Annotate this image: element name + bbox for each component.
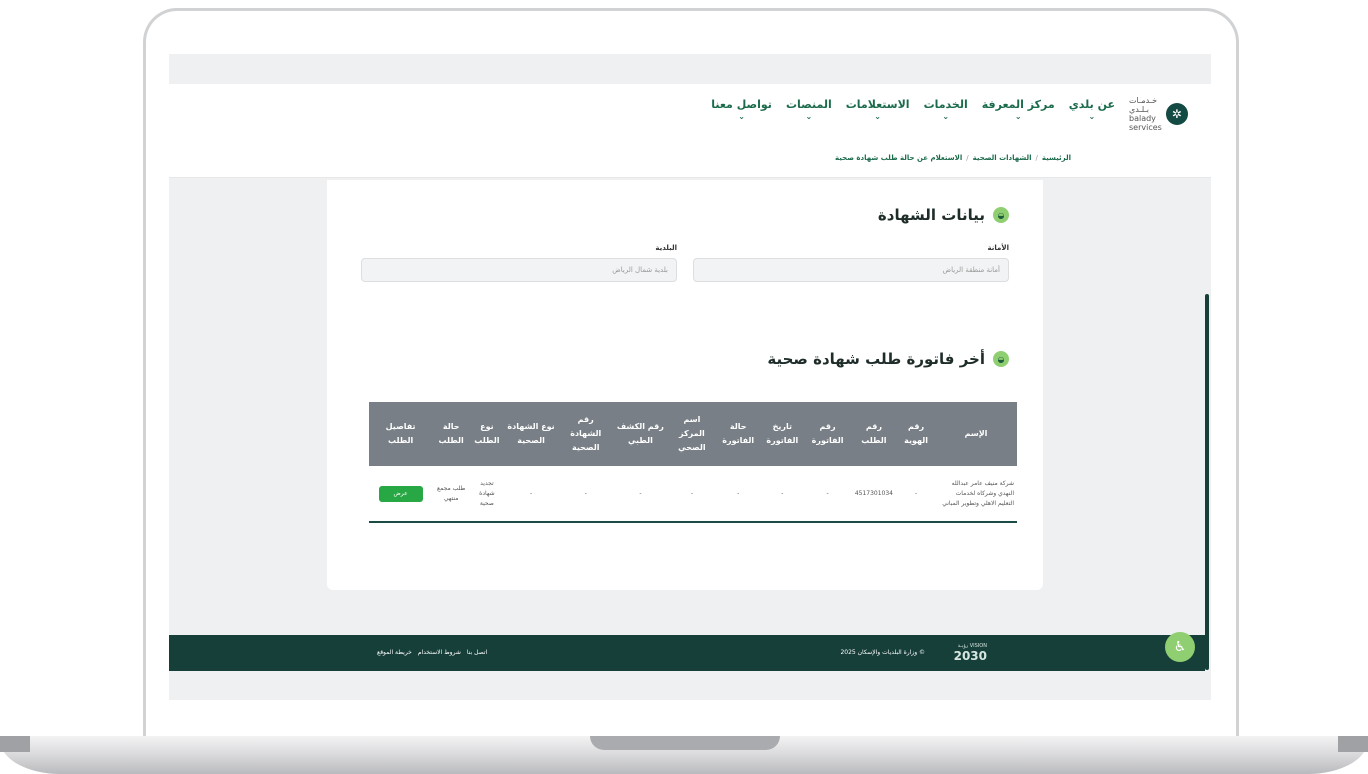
site-header: خـدمـات بـلـدي balady services ✲ عن بلدي… — [169, 84, 1211, 178]
accessibility-icon[interactable]: ♿ — [1165, 632, 1195, 662]
invoice-table: الإسم رقم الهوية رقم الطلب رقم الفاتورة … — [369, 402, 1017, 523]
table-header-row: الإسم رقم الهوية رقم الطلب رقم الفاتورة … — [369, 402, 1017, 466]
invoice-section-title: ◒ أخر فاتورة طلب شهادة صحية — [767, 350, 1009, 368]
breadcrumb-separator: / — [966, 154, 969, 162]
footer-link-sitemap[interactable]: خريطة الموقع — [377, 649, 412, 656]
col-request-details: تفاصيل الطلب — [369, 402, 433, 466]
nav-contact[interactable]: تواصل معنا ⌄ — [711, 98, 772, 121]
breadcrumb-separator: / — [1035, 154, 1038, 162]
content-card: ◒ بيانات الشهادة الأمانة أمانة منطقة الر… — [327, 180, 1043, 590]
cell-invoice-number: - — [804, 466, 851, 523]
col-id-number: رقم الهوية — [897, 402, 935, 466]
col-request-type: نوع الطلب — [470, 402, 504, 466]
balady-logo[interactable]: خـدمـات بـلـدي balady services ✲ — [1129, 96, 1191, 132]
col-invoice-number: رقم الفاتورة — [804, 402, 851, 466]
cell-name: شركة منيف عامر عبدالله النهدي وشركاه لخد… — [934, 466, 1017, 523]
laptop-base-left — [0, 736, 30, 752]
baladiya-field: البلدية بلدية شمال الرياض — [361, 244, 677, 282]
site-footer: VISION رؤيـة 2030 © وزارة البلديات والإس… — [169, 635, 1205, 671]
amana-input[interactable]: أمانة منطقة الرياض — [693, 258, 1009, 282]
chevron-down-icon: ⌄ — [942, 112, 950, 121]
scrollbar[interactable] — [1205, 294, 1209, 670]
chevron-down-icon: ⌄ — [874, 112, 881, 121]
laptop-notch — [590, 736, 780, 750]
col-medical-exam: رقم الكشف الطبي — [613, 402, 668, 466]
breadcrumb-health-certs[interactable]: الشهادات الصحية — [973, 154, 1032, 162]
cell-request-details: عرض — [369, 466, 433, 523]
show-details-button[interactable]: عرض — [378, 485, 423, 502]
chevron-down-icon: ⌄ — [805, 112, 813, 121]
col-request-status: حالة الطلب — [432, 402, 471, 466]
cell-request-status: طلب مجمع منتهي — [432, 466, 471, 523]
footer-link-contact[interactable]: اتصل بنا — [467, 649, 487, 656]
breadcrumb: الرئيسية / الشهادات الصحية / الاستعلام ع… — [835, 154, 1071, 162]
cell-id-number: - — [897, 466, 935, 523]
col-health-cert-type: نوع الشهادة الصحية — [503, 402, 559, 466]
cell-request-type: تجديد شهادة صحية — [470, 466, 504, 523]
logo-text: خـدمـات بـلـدي balady services — [1129, 96, 1162, 132]
footer-links: اتصل بنا شروط الاستخدام خريطة الموقع — [377, 649, 487, 656]
table-row: شركة منيف عامر عبدالله النهدي وشركاه لخد… — [369, 466, 1017, 523]
chevron-down-icon: ⌄ — [1088, 112, 1096, 121]
col-invoice-status: حالة الفاتورة — [716, 402, 761, 466]
chevron-down-icon: ⌄ — [1014, 112, 1022, 121]
palm-icon: ✲ — [1165, 103, 1188, 125]
col-health-center: اسم المركز الصحي — [667, 402, 717, 466]
main-nav: عن بلدي ⌄ مركز المعرفة ⌄ الخدمات ⌄ الاستعلا… — [711, 98, 1115, 121]
screen: خـدمـات بـلـدي balady services ✲ عن بلدي… — [169, 54, 1211, 700]
cell-invoice-status: - — [716, 466, 761, 523]
chevron-down-icon: ⌄ — [738, 112, 745, 121]
cell-health-center: - — [667, 466, 717, 523]
amana-label: الأمانة — [987, 244, 1009, 252]
amana-field: الأمانة أمانة منطقة الرياض — [693, 244, 1009, 282]
laptop-frame: خـدمـات بـلـدي balady services ✲ عن بلدي… — [0, 0, 1368, 774]
vision-2030-logo: VISION رؤيـة 2030 — [953, 643, 987, 663]
nav-platforms[interactable]: المنصات ⌄ — [786, 98, 832, 121]
col-request-number: رقم الطلب — [850, 402, 898, 466]
footer-link-terms[interactable]: شروط الاستخدام — [418, 649, 461, 656]
nav-knowledge[interactable]: مركز المعرفة ⌄ — [982, 98, 1055, 121]
cell-invoice-date: - — [760, 466, 805, 523]
nav-services[interactable]: الخدمات ⌄ — [924, 98, 968, 121]
col-health-cert-number: رقم الشهادة الصحية — [558, 402, 614, 466]
baladiya-input[interactable]: بلدية شمال الرياض — [361, 258, 677, 282]
breadcrumb-home[interactable]: الرئيسية — [1042, 154, 1071, 162]
section-icon: ◒ — [993, 207, 1009, 223]
nav-inquiries[interactable]: الاستعلامات ⌄ — [846, 98, 910, 121]
footer-copyright: © وزارة البلديات والإسكان 2025 — [840, 649, 925, 656]
section-icon: ◒ — [993, 351, 1009, 367]
col-name: الإسم — [934, 402, 1017, 466]
laptop-base-right — [1338, 736, 1368, 752]
cell-health-cert-type: - — [503, 466, 559, 523]
cell-health-cert-number: - — [558, 466, 614, 523]
cell-request-number: 4517301034 — [850, 466, 898, 523]
nav-about[interactable]: عن بلدي ⌄ — [1069, 98, 1115, 121]
certificate-section-title: ◒ بيانات الشهادة — [878, 206, 1009, 224]
breadcrumb-current: الاستعلام عن حالة طلب شهادة صحية — [835, 154, 963, 162]
col-invoice-date: تاريخ الفاتورة — [760, 402, 805, 466]
cell-medical-exam: - — [613, 466, 668, 523]
baladiya-label: البلدية — [655, 244, 677, 252]
